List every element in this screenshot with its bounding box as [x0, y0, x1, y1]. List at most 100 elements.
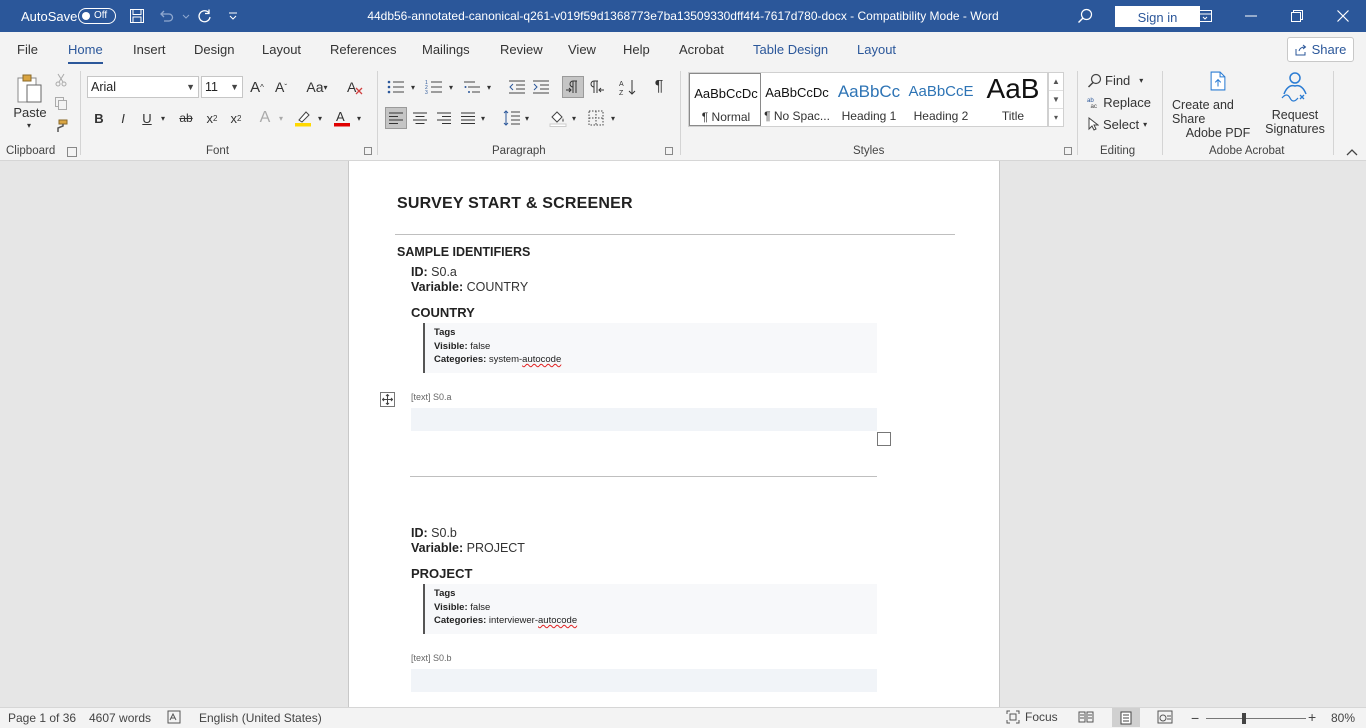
ribbon-display-options-icon[interactable] [1182, 0, 1228, 32]
superscript-button[interactable]: x2 [227, 109, 245, 127]
highlight-color-icon[interactable] [293, 108, 313, 128]
style-heading-2[interactable]: AaBbCcE Heading 2 [905, 73, 977, 126]
underline-dropdown-icon[interactable]: ▾ [158, 109, 168, 127]
increase-indent-icon[interactable] [531, 77, 551, 97]
tab-view[interactable]: View [568, 42, 596, 57]
italic-button[interactable]: I [115, 109, 131, 127]
paragraph-launcher-icon[interactable] [665, 147, 673, 155]
font-size-combo[interactable]: 11 ▼ [201, 76, 243, 98]
restore-icon[interactable] [1274, 0, 1320, 32]
justify-icon[interactable] [458, 108, 478, 128]
font-name-combo[interactable]: Arial ▼ [87, 76, 199, 98]
format-painter-icon[interactable] [53, 118, 69, 134]
table-resize-handle-icon[interactable] [877, 432, 891, 446]
proofing-icon[interactable] [167, 710, 181, 727]
text-response-field[interactable] [411, 408, 877, 431]
text-effects-icon[interactable]: A [256, 108, 274, 128]
redo-icon[interactable] [195, 6, 215, 26]
show-formatting-marks-icon[interactable]: ¶ [650, 77, 668, 97]
paste-label[interactable]: Paste [13, 105, 46, 120]
tab-file[interactable]: File [17, 42, 38, 57]
zoom-level[interactable]: 80% [1331, 711, 1355, 725]
close-icon[interactable] [1320, 0, 1366, 32]
minimize-icon[interactable] [1228, 0, 1274, 32]
text-effects-dropdown-icon[interactable]: ▾ [276, 109, 286, 127]
underline-button[interactable]: U [139, 109, 155, 127]
request-signatures-button[interactable]: Request Signatures [1264, 70, 1326, 140]
bullets-icon[interactable] [386, 77, 406, 97]
undo-dropdown-icon[interactable] [176, 6, 196, 26]
grow-font-icon[interactable]: A ^ [248, 78, 266, 96]
tab-layout[interactable]: Layout [262, 42, 301, 57]
word-count[interactable]: 4607 words [89, 711, 151, 725]
left-to-right-icon[interactable] [562, 76, 584, 98]
collapse-ribbon-icon[interactable] [1344, 145, 1360, 159]
style-title[interactable]: AaB Title [977, 73, 1049, 126]
tab-help[interactable]: Help [623, 42, 650, 57]
font-color-icon[interactable]: A [332, 108, 352, 128]
autosave-toggle[interactable]: Off [78, 8, 116, 24]
clipboard-launcher-icon[interactable] [67, 147, 77, 157]
line-spacing-icon[interactable] [502, 108, 522, 128]
align-right-icon[interactable] [434, 108, 454, 128]
align-center-icon[interactable] [410, 108, 430, 128]
highlight-dropdown-icon[interactable]: ▾ [315, 109, 325, 127]
find-button[interactable]: Find ▾ [1087, 70, 1147, 90]
print-layout-icon[interactable] [1112, 708, 1140, 727]
bold-button[interactable]: B [91, 109, 107, 127]
tab-review[interactable]: Review [500, 42, 543, 57]
styles-scroll-down-icon[interactable]: ▼ [1049, 91, 1063, 109]
zoom-out-icon[interactable]: − [1191, 710, 1199, 726]
tab-table-layout[interactable]: Layout [857, 42, 896, 57]
tab-references[interactable]: References [330, 42, 396, 57]
tab-table-design[interactable]: Table Design [753, 42, 828, 57]
replace-button[interactable]: ab ac Replace [1087, 92, 1151, 112]
line-spacing-dropdown-icon[interactable]: ▾ [522, 109, 532, 127]
spelling-flagged-word[interactable]: autocode [538, 615, 577, 626]
zoom-slider-thumb[interactable] [1242, 713, 1246, 724]
language-status[interactable]: English (United States) [199, 711, 322, 725]
page-count[interactable]: Page 1 of 36 [8, 711, 76, 725]
font-color-dropdown-icon[interactable]: ▾ [354, 109, 364, 127]
tab-mailings[interactable]: Mailings [422, 42, 470, 57]
read-mode-icon[interactable] [1078, 710, 1094, 727]
multilevel-list-icon[interactable] [462, 77, 482, 97]
paste-icon[interactable] [14, 72, 46, 106]
subscript-button[interactable]: x2 [203, 109, 221, 127]
numbering-icon[interactable]: 123 [424, 77, 444, 97]
select-button[interactable]: Select ▾ [1087, 114, 1151, 134]
share-button[interactable]: Share [1287, 37, 1354, 62]
create-share-pdf-button[interactable]: Create and Share Adobe PDF [1172, 70, 1264, 140]
style-no-spacing[interactable]: AaBbCcDc ¶ No Spac... [761, 73, 833, 126]
align-left-icon[interactable] [385, 107, 407, 129]
focus-button[interactable]: Focus [1006, 710, 1058, 724]
document-page[interactable]: SURVEY START & SCREENER SAMPLE IDENTIFIE… [348, 161, 1000, 707]
shading-icon[interactable] [547, 108, 569, 128]
sort-icon[interactable]: AZ [618, 76, 638, 98]
zoom-slider[interactable] [1206, 718, 1306, 719]
tab-home[interactable]: Home [68, 42, 103, 64]
style-normal[interactable]: AaBbCcDc ¶ Normal [689, 73, 761, 126]
text-response-field[interactable] [411, 669, 877, 692]
bullets-dropdown-icon[interactable]: ▾ [408, 78, 418, 96]
customize-qat-icon[interactable] [223, 6, 243, 26]
styles-scroll-up-icon[interactable]: ▲ [1049, 73, 1063, 91]
borders-icon[interactable] [586, 108, 606, 128]
styles-launcher-icon[interactable] [1064, 147, 1072, 155]
cut-icon[interactable] [53, 72, 69, 88]
borders-dropdown-icon[interactable]: ▾ [608, 109, 618, 127]
spelling-flagged-word[interactable]: autocode [522, 354, 561, 365]
shading-dropdown-icon[interactable]: ▾ [569, 109, 579, 127]
multilevel-dropdown-icon[interactable]: ▾ [484, 78, 494, 96]
zoom-in-icon[interactable]: + [1308, 709, 1316, 725]
justify-dropdown-icon[interactable]: ▾ [478, 109, 488, 127]
clear-formatting-icon[interactable]: A [344, 77, 366, 97]
web-layout-icon[interactable] [1157, 710, 1173, 727]
styles-more-icon[interactable]: ▾ [1049, 109, 1063, 127]
copy-icon[interactable] [53, 95, 69, 111]
paste-dropdown-icon[interactable]: ▾ [24, 120, 34, 130]
numbering-dropdown-icon[interactable]: ▾ [446, 78, 456, 96]
search-icon[interactable] [1075, 6, 1095, 26]
decrease-indent-icon[interactable] [507, 77, 527, 97]
tab-insert[interactable]: Insert [133, 42, 166, 57]
